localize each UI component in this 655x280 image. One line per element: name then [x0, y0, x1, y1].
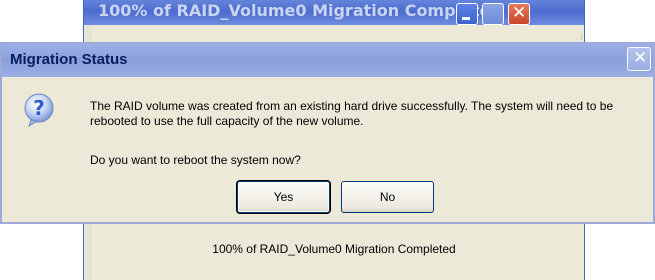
dialog-title: Migration Status: [10, 51, 128, 68]
dialog-close-button[interactable]: ✕: [627, 47, 651, 71]
svg-text:?: ?: [33, 96, 45, 120]
dialog-question: Do you want to reboot the system now?: [90, 153, 301, 167]
minimize-button[interactable]: [456, 3, 478, 25]
yes-button[interactable]: Yes: [236, 180, 331, 214]
dialog-titlebar[interactable]: Migration Status ✕: [2, 44, 653, 77]
progress-window-title: 100% of RAID_Volume0 Migration Completed: [98, 1, 502, 20]
migration-status-text: 100% of RAID_Volume0 Migration Completed: [212, 242, 456, 256]
progress-close-button[interactable]: ✕: [508, 3, 530, 25]
scroll-indicator: ⁝: [580, 33, 583, 43]
progress-window-titlebar[interactable]: 100% of RAID_Volume0 Migration Completed…: [84, 0, 584, 25]
maximize-button[interactable]: [482, 3, 504, 25]
close-icon: ✕: [633, 48, 648, 68]
no-button[interactable]: No: [341, 181, 434, 213]
migration-status-dialog: Migration Status ✕ ? The RAID volume was: [0, 42, 655, 224]
close-icon: ✕: [512, 3, 527, 23]
question-icon: ?: [24, 93, 54, 127]
screen: 100% of RAID_Volume0 Migration Completed…: [0, 0, 655, 280]
dialog-body: ? The RAID volume was created from an ex…: [2, 77, 653, 222]
dialog-message: The RAID volume was created from an exis…: [90, 99, 614, 128]
